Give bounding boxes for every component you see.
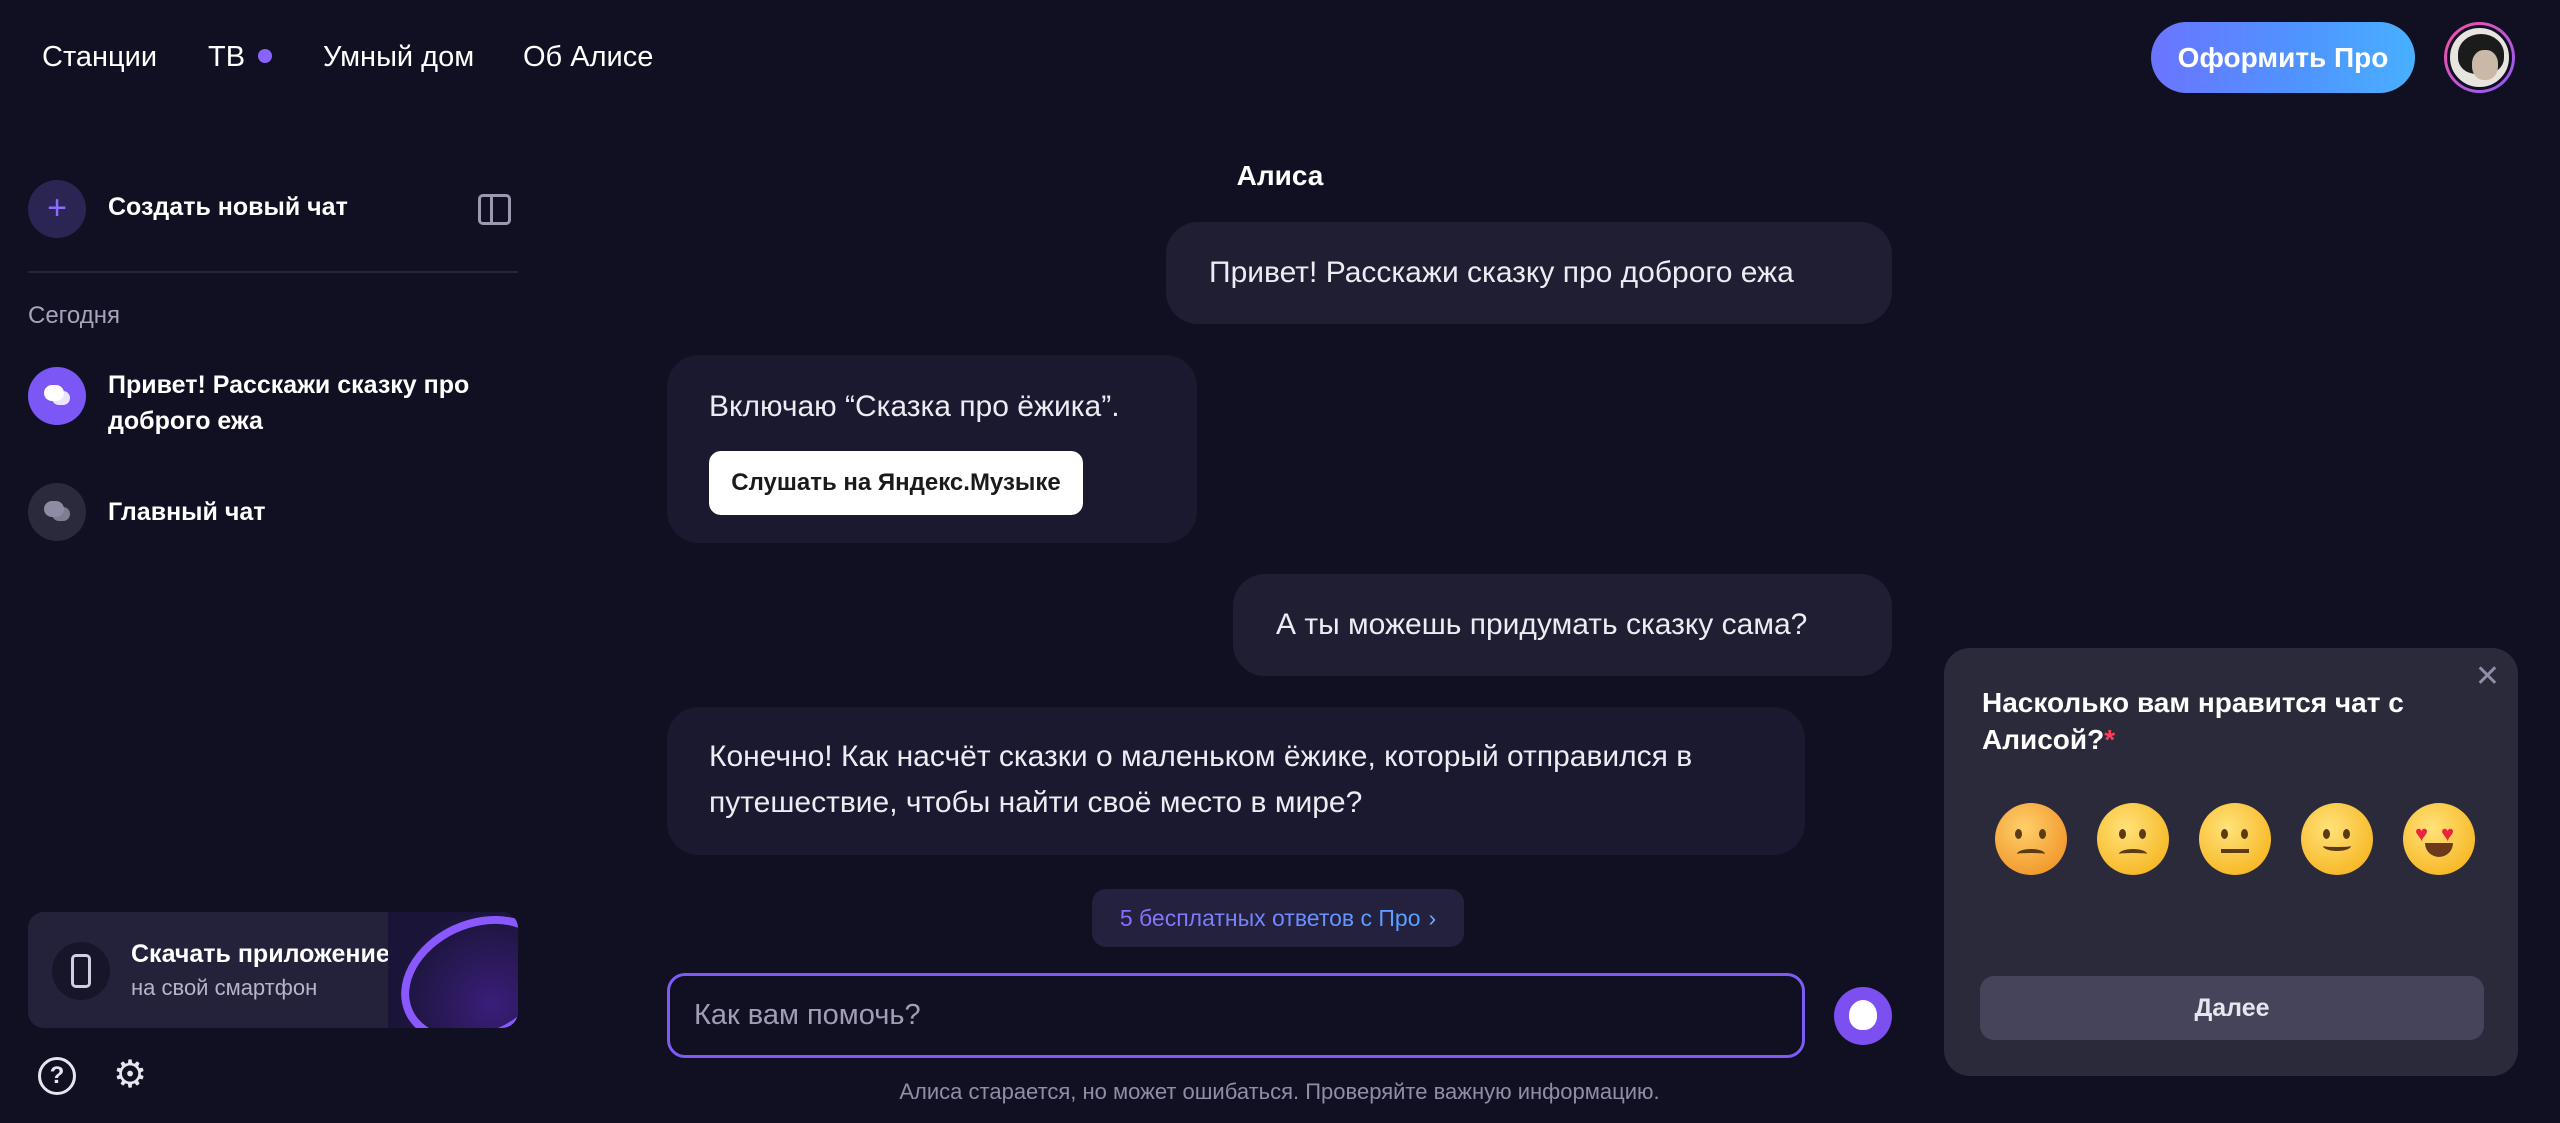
listen-yandex-music-button[interactable]: Слушать на Яндекс.Музыке — [709, 451, 1083, 515]
next-button[interactable]: Далее — [1980, 976, 2484, 1040]
user-message: А ты можешь придумать сказку сама? — [1233, 574, 1892, 676]
top-navigation: Станции ТВ Умный дом Об Алисе Оформить П… — [0, 0, 2560, 114]
chat-list-item-label: Привет! Расскажи сказку про доброго ежа — [108, 371, 470, 435]
free-answers-pro-link[interactable]: 5 бесплатных ответов с Про › — [1092, 889, 1464, 947]
close-icon[interactable]: ✕ — [2475, 662, 2500, 692]
chevron-right-icon: › — [1428, 905, 1437, 931]
chat-list-item[interactable]: Главный чат — [28, 483, 518, 541]
download-app-title: Скачать приложение — [131, 940, 390, 968]
download-card-decoration — [380, 912, 518, 1028]
neutral-face-icon[interactable] — [2199, 803, 2271, 875]
sidebar-collapse-icon[interactable] — [478, 194, 511, 225]
assistant-message-text: Включаю “Сказка про ёжика”. — [709, 390, 1120, 423]
download-app-card[interactable]: Скачать приложение на свой смартфон — [28, 912, 518, 1028]
nav-stations[interactable]: Станции — [42, 38, 157, 76]
heart-eyes-face-icon[interactable]: ♥ ♥ — [2403, 803, 2475, 875]
sidebar-divider — [28, 271, 518, 273]
nav-tv[interactable]: ТВ — [208, 38, 245, 76]
avatar-image — [2447, 25, 2512, 90]
nav-smart-home[interactable]: Умный дом — [323, 38, 474, 76]
gear-icon[interactable]: ⚙ — [110, 1055, 150, 1095]
chat-title: Алиса — [1236, 160, 1324, 191]
help-icon[interactable]: ? — [38, 1057, 76, 1095]
tv-new-indicator-dot — [258, 49, 272, 63]
rating-question-text: Насколько вам нравится чат с Алисой? — [1982, 687, 2404, 755]
chat-bubble-icon — [28, 367, 86, 425]
smiling-face-icon[interactable] — [2301, 803, 2373, 875]
smartphone-icon — [52, 942, 110, 1000]
new-chat-label: Создать новый чат — [108, 193, 348, 221]
required-mark: * — [2104, 724, 2116, 755]
alice-voice-icon[interactable] — [1834, 987, 1892, 1045]
angry-face-icon[interactable] — [1995, 803, 2067, 875]
disclaimer-text: Алиса старается, но может ошибаться. Про… — [899, 1079, 1660, 1104]
chat-input[interactable] — [667, 973, 1805, 1058]
rating-popup: ✕ Насколько вам нравится чат с Алисой?* … — [1944, 648, 2518, 1076]
chat-list-item-active[interactable]: Привет! Расскажи сказку про доброго ежа — [28, 367, 518, 443]
user-message: Привет! Расскажи сказку про доброго ежа — [1166, 222, 1892, 324]
avatar-face-shape — [2472, 50, 2498, 80]
chat-bubble-icon — [28, 483, 86, 541]
section-today-heading: Сегодня — [28, 302, 120, 329]
plus-icon: + — [28, 180, 86, 238]
assistant-message: Конечно! Как насчёт сказки о маленьком ё… — [667, 707, 1805, 855]
get-pro-button[interactable]: Оформить Про — [2151, 22, 2415, 93]
free-answers-label: 5 бесплатных ответов с Про — [1119, 905, 1421, 931]
user-avatar[interactable] — [2444, 22, 2515, 93]
nav-about-alice[interactable]: Об Алисе — [523, 38, 653, 76]
rating-question: Насколько вам нравится чат с Алисой?* — [1982, 684, 2442, 758]
download-app-subtitle: на свой смартфон — [131, 975, 318, 1000]
new-chat-button[interactable]: + Создать новый чат — [28, 180, 518, 240]
frowning-face-icon[interactable] — [2097, 803, 2169, 875]
chat-list-item-label: Главный чат — [108, 498, 266, 526]
